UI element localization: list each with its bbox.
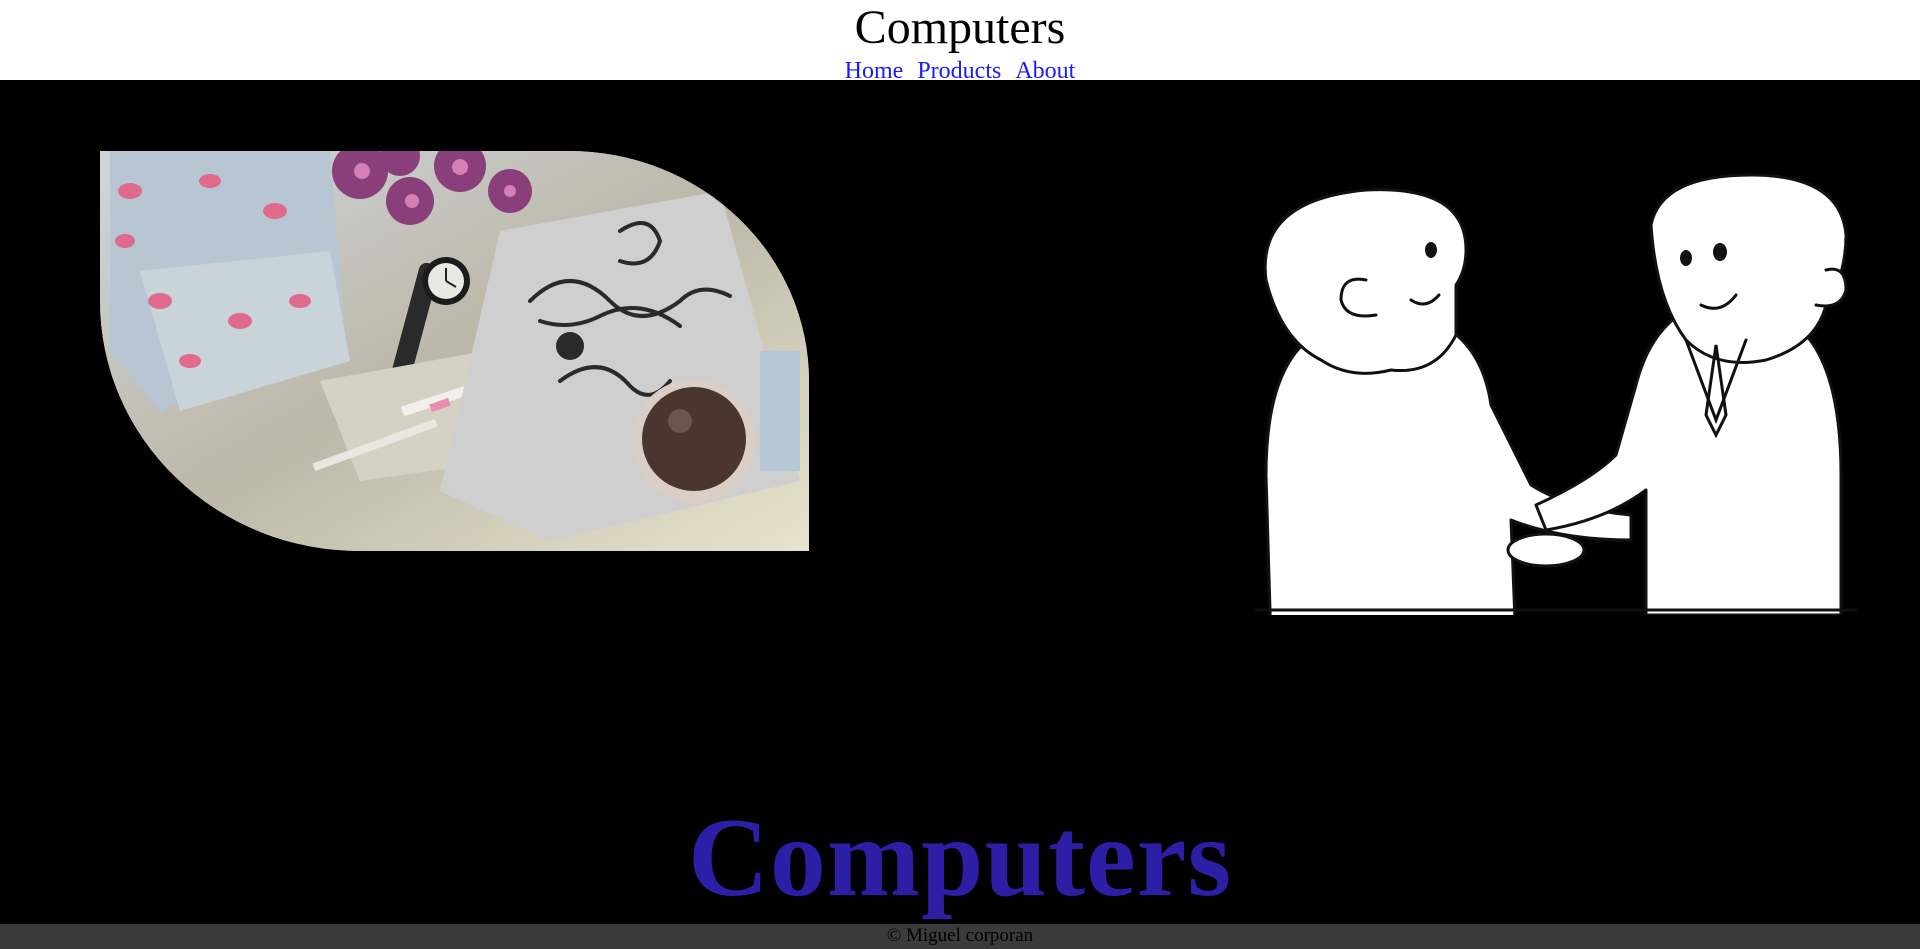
- desk-photo-image: [100, 151, 809, 551]
- copyright-text: © Miguel corporan: [886, 925, 1034, 946]
- site-footer: © Miguel corporan: [0, 924, 1920, 949]
- handshake-illustration: [1254, 173, 1858, 615]
- main-content: Computers: [0, 80, 1920, 924]
- site-header: Computers Home Products About: [0, 0, 1920, 84]
- site-title: Computers: [854, 1, 1066, 54]
- banner-title: Computers: [687, 796, 1233, 920]
